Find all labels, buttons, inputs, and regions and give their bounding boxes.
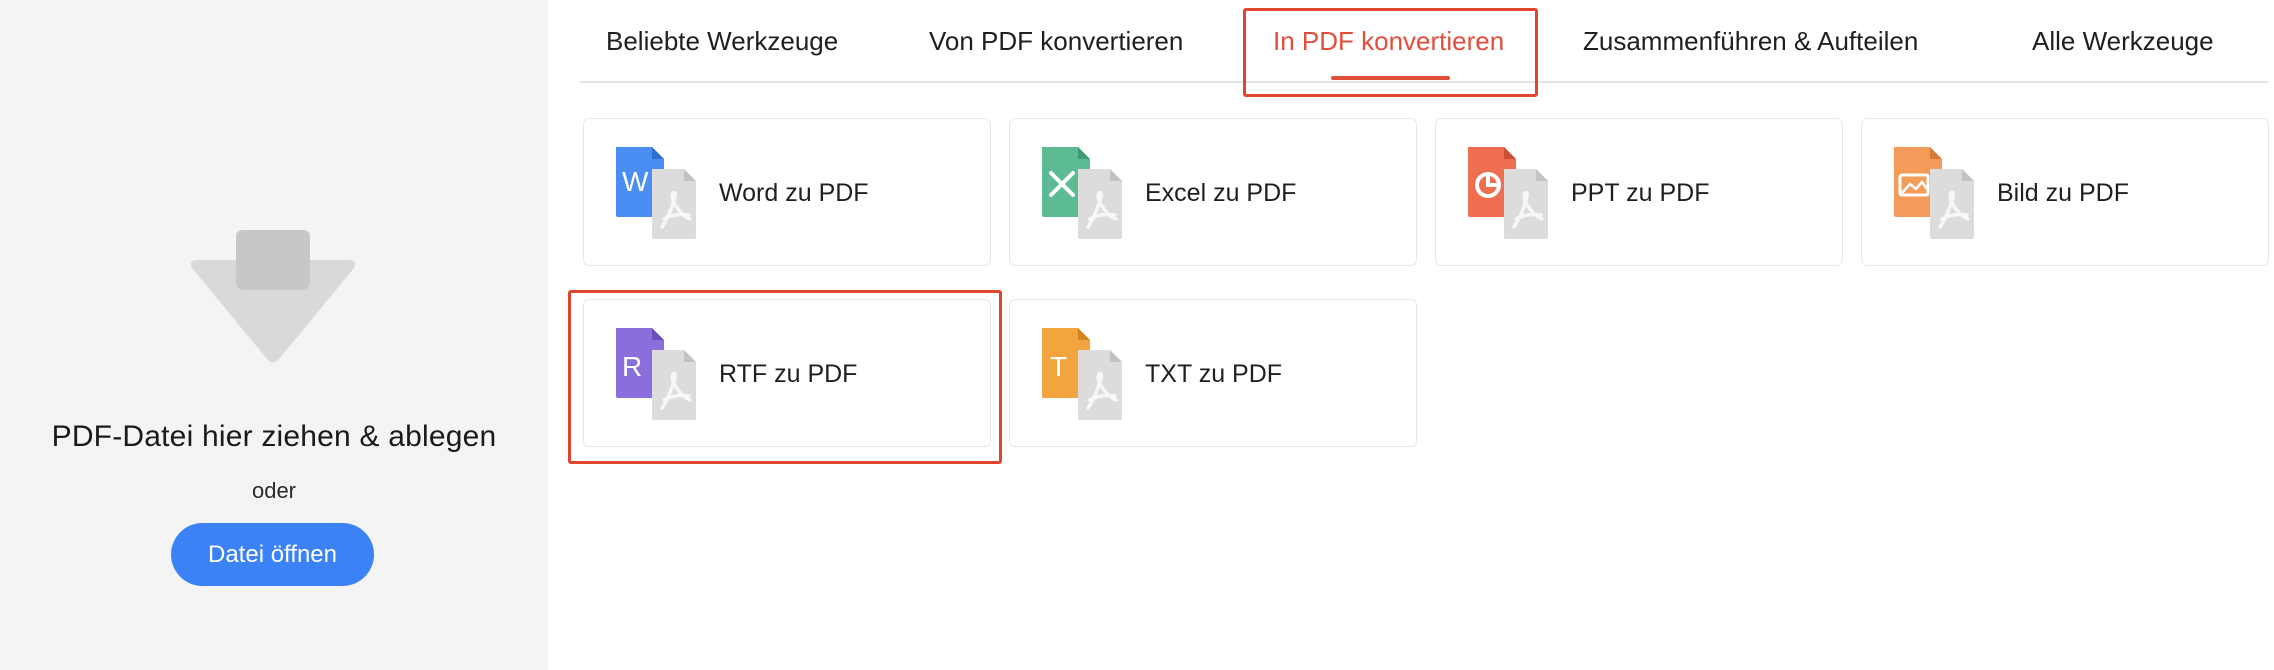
download-arrow-icon (190, 230, 356, 363)
tool-label: TXT zu PDF (1145, 360, 1283, 388)
tool-label: Word zu PDF (719, 179, 869, 207)
active-tab-indicator (1331, 76, 1450, 80)
image-doc-icon (1894, 147, 1974, 239)
tab-merge-split[interactable]: Zusammenführen & Aufteilen (1583, 0, 1918, 83)
tool-card-txt-to-pdf[interactable]: T TXT zu PDF (1009, 299, 1417, 447)
tool-category-tabs: Beliebte Werkzeuge Von PDF konvertieren … (580, 0, 2268, 83)
drop-zone-title: PDF-Datei hier ziehen & ablegen (51, 420, 497, 453)
tab-popular-tools[interactable]: Beliebte Werkzeuge (606, 0, 838, 83)
tab-convert-to-pdf[interactable]: In PDF konvertieren (1273, 0, 1504, 83)
tab-convert-from-pdf[interactable]: Von PDF konvertieren (929, 0, 1183, 83)
tool-label: RTF zu PDF (719, 360, 858, 388)
rtf-doc-icon: R (616, 328, 696, 420)
tool-label: PPT zu PDF (1571, 179, 1710, 207)
txt-doc-icon: T (1042, 328, 1122, 420)
svg-text:T: T (1050, 351, 1067, 382)
tab-all-tools[interactable]: Alle Werkzeuge (2032, 0, 2214, 83)
tool-card-rtf-to-pdf[interactable]: R RTF zu PDF (583, 299, 991, 447)
tool-label: Bild zu PDF (1997, 179, 2129, 207)
ppt-doc-icon (1468, 147, 1548, 239)
open-file-button[interactable]: Datei öffnen (171, 523, 374, 586)
tool-card-word-to-pdf[interactable]: W Word zu PDF (583, 118, 991, 266)
word-doc-icon: W (616, 147, 696, 239)
svg-text:W: W (622, 166, 649, 197)
drop-zone[interactable]: PDF-Datei hier ziehen & ablegen oder Dat… (0, 0, 548, 670)
tool-label: Excel zu PDF (1145, 179, 1297, 207)
drop-zone-or-text: oder (251, 478, 297, 503)
svg-text:R: R (622, 351, 642, 382)
tool-card-excel-to-pdf[interactable]: Excel zu PDF (1009, 118, 1417, 266)
excel-doc-icon (1042, 147, 1122, 239)
tool-card-image-to-pdf[interactable]: Bild zu PDF (1861, 118, 2269, 266)
tool-card-ppt-to-pdf[interactable]: PPT zu PDF (1435, 118, 1843, 266)
